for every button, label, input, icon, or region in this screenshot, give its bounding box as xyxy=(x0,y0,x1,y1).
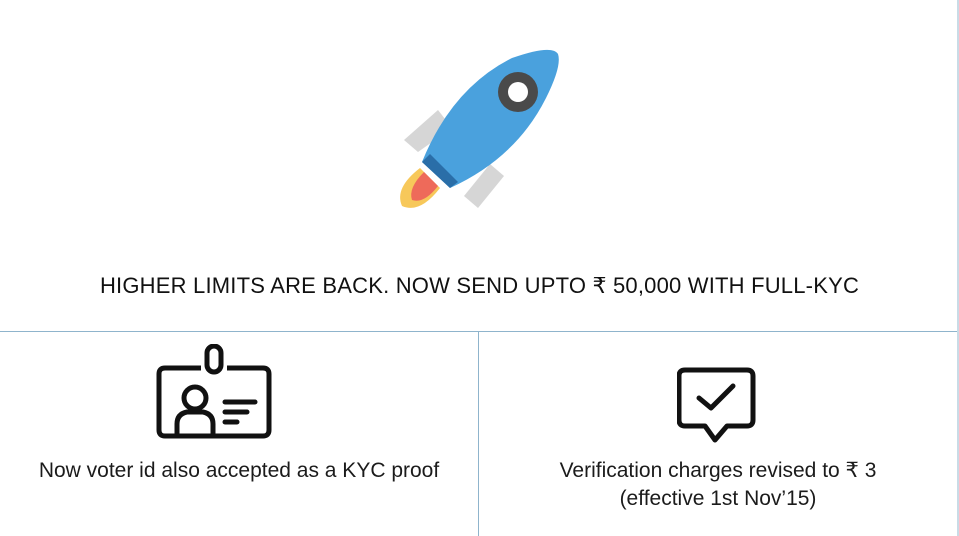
feature-card-voter-id: Now voter id also accepted as a KYC proo… xyxy=(0,332,478,536)
verification-caption-line2: (effective 1st Nov’15) xyxy=(619,487,817,510)
feature-card-verification: Verification charges revised to ₹ 3 (eff… xyxy=(479,332,957,536)
headline: HIGHER LIMITS ARE BACK. NOW SEND UPTO ₹ … xyxy=(99,273,860,298)
promo-panel: HIGHER LIMITS ARE BACK. NOW SEND UPTO ₹ … xyxy=(0,0,959,536)
hero-banner: HIGHER LIMITS ARE BACK. NOW SEND UPTO ₹ … xyxy=(0,0,959,331)
id-card-icon xyxy=(156,344,272,439)
rocket-icon xyxy=(400,49,559,208)
voter-id-caption: Now voter id also accepted as a KYC proo… xyxy=(38,459,440,482)
verification-caption: Verification charges revised to ₹ 3 (eff… xyxy=(479,457,957,513)
checkmark-message-icon xyxy=(677,367,756,443)
verification-caption-line1: Verification charges revised to ₹ 3 xyxy=(559,459,877,482)
